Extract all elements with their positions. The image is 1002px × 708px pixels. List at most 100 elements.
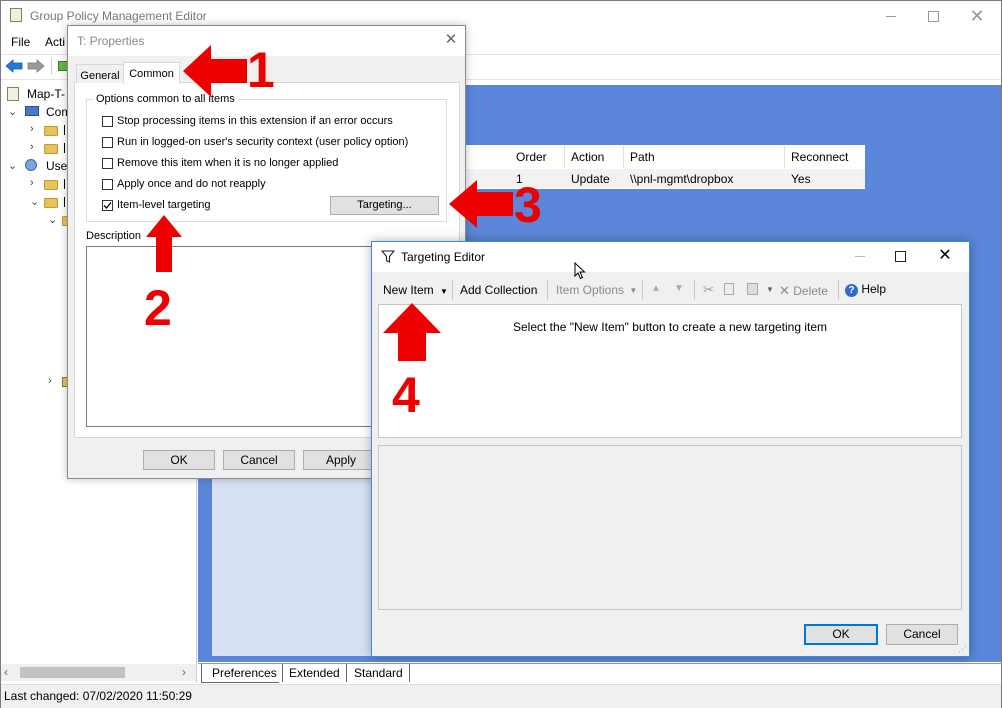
cut-icon[interactable]: ✂ [703,282,714,298]
copy-icon[interactable] [724,283,734,295]
chevron-right-icon[interactable]: › [30,141,34,153]
user-config-icon [25,159,37,171]
column-header-reconnect[interactable]: Reconnect [785,146,865,168]
chevron-down-icon[interactable]: ⌄ [8,159,17,172]
folder-icon [44,180,58,190]
folder-icon [44,198,58,208]
column-header-reconnect-label: Reconnect [791,150,849,164]
help-button[interactable]: ? Help [845,282,886,297]
forward-arrow-icon[interactable] [27,58,45,74]
checkbox-item-level-targeting[interactable] [102,200,113,211]
move-up-icon[interactable]: ▲ [651,283,661,294]
app-icon [10,8,22,22]
paste-icon[interactable] [747,283,758,295]
targeting-close-button[interactable]: ✕ [925,244,965,268]
toolbar-separator [547,280,548,300]
maximize-icon [895,251,906,262]
filter-icon [381,250,395,263]
tab-standard[interactable]: Standard [348,664,410,682]
back-arrow-icon[interactable] [5,58,23,74]
tab-general-label: General [80,70,120,82]
maximize-button[interactable] [912,1,954,31]
annotation-number-4: 4 [392,367,420,423]
properties-ok-button[interactable]: OK [143,450,215,470]
description-textarea[interactable] [86,246,386,427]
checkbox-remove-item[interactable] [102,158,113,169]
scroll-left-icon[interactable]: ‹ [4,665,8,679]
chevron-right-icon[interactable]: › [30,177,34,189]
description-label: Description [86,230,142,242]
option-run-as-user-label: Run in logged-on user's security context… [117,136,409,148]
chevron-right-icon[interactable]: › [30,123,34,135]
chevron-right-icon[interactable]: › [48,375,52,387]
targeting-detail-pane [378,445,962,610]
cell-path: \\pnl-mgmt\dropbox [630,172,734,186]
annotation-number-3: 3 [514,177,542,233]
targeting-ok-button[interactable]: OK [804,624,878,645]
column-header-path[interactable]: Path [624,146,785,168]
toolbar-separator [51,58,52,74]
targeting-minimize-button[interactable] [840,242,880,270]
tab-preferences[interactable]: Preferences [201,664,279,683]
mouse-cursor-icon [574,262,586,280]
folder-icon [44,126,58,136]
column-header-action[interactable]: Action [565,146,624,168]
chevron-down-icon[interactable]: ⌄ [8,105,17,118]
gpo-icon [7,87,19,101]
add-collection-button[interactable]: Add Collection [460,283,537,297]
scroll-right-icon[interactable]: › [182,665,186,679]
close-icon: ✕ [969,6,985,26]
toolbar-separator [452,280,453,300]
dropdown-arrow-icon[interactable]: ▼ [766,285,774,294]
close-icon: ✕ [938,247,952,264]
tree-root[interactable]: Map-T- [27,87,65,101]
option-stop-processing-label: Stop processing items in this extension … [117,115,393,127]
annotation-arrow-up-icon [383,303,441,361]
tab-extended[interactable]: Extended [282,664,347,682]
menu-file[interactable]: File [11,35,30,49]
item-options-button[interactable]: Item Options ▼ [556,283,637,297]
close-button[interactable]: ✕ [956,3,998,29]
targeting-maximize-button[interactable] [880,242,920,270]
checkbox-stop-processing[interactable] [102,116,113,127]
minimize-icon [855,256,865,257]
targeting-cancel-button[interactable]: Cancel [886,624,958,645]
properties-cancel-button[interactable]: Cancel [223,450,295,470]
cell-reconnect: Yes [791,172,811,186]
tab-extended-label: Extended [289,666,340,680]
minimize-icon [886,16,896,17]
minimize-button[interactable] [870,1,912,31]
option-remove-item-label: Remove this item when it is no longer ap… [117,157,339,169]
checkbox-run-as-user[interactable] [102,137,113,148]
annotation-number-2: 2 [144,280,172,336]
properties-apply-button[interactable]: Apply [303,450,379,470]
resize-grip-icon[interactable]: ⋰ [958,644,967,655]
help-icon: ? [845,284,858,297]
option-apply-once-label: Apply once and do not reapply [117,178,266,190]
checkbox-apply-once[interactable] [102,179,113,190]
delete-button[interactable]: ✕ Delete [779,283,828,299]
annotation-arrow-left-icon [449,180,513,228]
move-down-icon[interactable]: ▼ [674,283,684,294]
chevron-down-icon[interactable]: ⌄ [30,195,39,208]
item-options-label: Item Options [556,283,625,297]
tab-general[interactable]: General [76,64,124,83]
targeting-button[interactable]: Targeting... [330,196,439,215]
properties-title: T: Properties [77,34,145,48]
column-header-order[interactable]: Order [510,146,565,168]
menu-action[interactable]: Acti [45,35,65,49]
chevron-down-icon[interactable]: ⌄ [48,213,57,226]
tab-standard-label: Standard [354,666,403,680]
new-item-button[interactable]: New Item ▼ [380,280,448,300]
scroll-thumb[interactable] [20,667,125,678]
column-header-path-label: Path [630,150,655,164]
properties-close-button[interactable]: ✕ [440,29,462,51]
tab-common[interactable]: Common [123,62,180,84]
annotation-number-1: 1 [247,42,275,98]
checkmark-icon [103,202,112,209]
cell-action: Update [571,172,610,186]
tab-common-label: Common [129,68,174,80]
main-window-title: Group Policy Management Editor [30,9,207,23]
delete-label: Delete [793,284,828,298]
status-text: Last changed: 07/02/2020 11:50:29 [4,689,192,703]
